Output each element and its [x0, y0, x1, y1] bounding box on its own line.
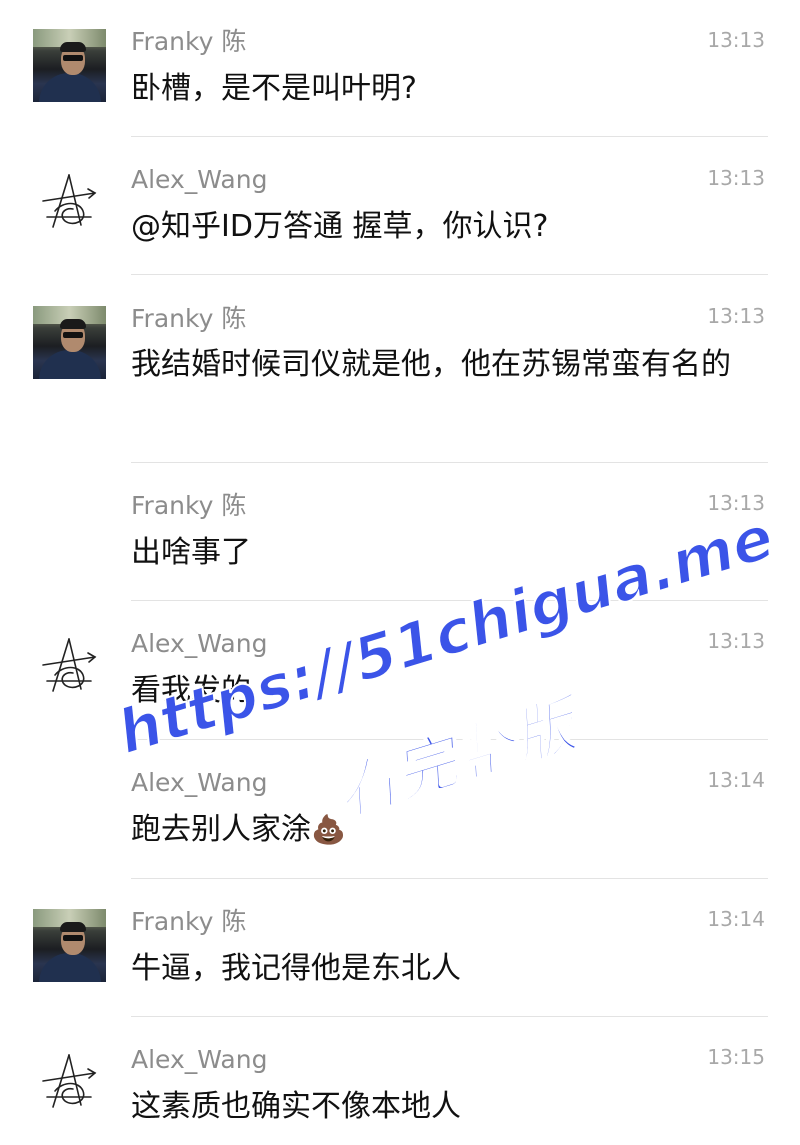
message-time: 13:13	[707, 304, 765, 328]
message-time: 13:13	[707, 28, 765, 52]
chat-message[interactable]: Franky 陈 13:14 牛逼，我记得他是东北人	[0, 879, 800, 1017]
sender-name: Alex_Wang	[131, 165, 268, 194]
message-time: 13:13	[707, 629, 765, 653]
avatar-alex-wang[interactable]	[33, 631, 106, 704]
chat-message[interactable]: Alex_Wang 13:15 这素质也确实不像本地人	[0, 1017, 800, 1145]
sender-name: Franky 陈	[131, 304, 247, 333]
message-text: 牛逼，我记得他是东北人	[131, 951, 461, 986]
message-time: 13:15	[707, 1045, 765, 1069]
message-text: 跑去别人家涂💩	[131, 807, 771, 853]
signature-logo-icon	[42, 638, 97, 692]
avatar-franky[interactable]	[33, 909, 106, 982]
sender-name: Franky 陈	[131, 907, 247, 936]
poop-emoji-icon: 💩	[311, 813, 346, 846]
message-text: 卧槽，是不是叫叶明?	[131, 71, 417, 106]
sender-name: Alex_Wang	[131, 1045, 268, 1074]
message-time: 13:14	[707, 907, 765, 931]
chat-message[interactable]: Alex_Wang 13:14 跑去别人家涂💩	[0, 740, 800, 879]
signature-logo-icon	[42, 1054, 97, 1108]
avatar-alex-wang[interactable]	[33, 167, 106, 240]
message-time: 13:14	[707, 768, 765, 792]
chat-message[interactable]: Alex_Wang 13:13 @知乎ID万答通 握草，你认识?	[0, 138, 800, 276]
chat-message-list: Franky 陈 13:13 卧槽，是不是叫叶明? Alex_Wang 13:1…	[0, 0, 800, 1145]
chat-message[interactable]: Franky 陈 13:13 出啥事了	[0, 463, 800, 601]
sender-name: Alex_Wang	[131, 629, 268, 658]
message-text-body: 跑去别人家涂	[131, 812, 311, 847]
sender-name: Franky 陈	[131, 491, 247, 520]
sender-name: Alex_Wang	[131, 768, 268, 797]
avatar-alex-wang[interactable]	[33, 1047, 106, 1120]
message-text: 我结婚时候司仪就是他，他在苏锡常蛮有名的	[131, 347, 731, 382]
divider	[131, 274, 768, 275]
signature-logo-icon	[42, 174, 97, 228]
message-time: 13:13	[707, 166, 765, 190]
message-text: 看我发的	[131, 673, 251, 708]
chat-message[interactable]: Alex_Wang 13:13 看我发的	[0, 601, 800, 740]
divider	[131, 136, 768, 137]
sender-name: Franky 陈	[131, 27, 247, 56]
avatar-franky[interactable]	[33, 29, 106, 102]
message-text: 出啥事了	[131, 535, 251, 570]
message-time: 13:13	[707, 491, 765, 515]
chat-message[interactable]: Franky 陈 13:13 我结婚时候司仪就是他，他在苏锡常蛮有名的	[0, 276, 800, 463]
avatar-franky[interactable]	[33, 306, 106, 379]
chat-message[interactable]: Franky 陈 13:13 卧槽，是不是叫叶明?	[0, 0, 800, 138]
message-text: 这素质也确实不像本地人	[131, 1089, 461, 1124]
message-text: @知乎ID万答通 握草，你认识?	[131, 209, 549, 244]
